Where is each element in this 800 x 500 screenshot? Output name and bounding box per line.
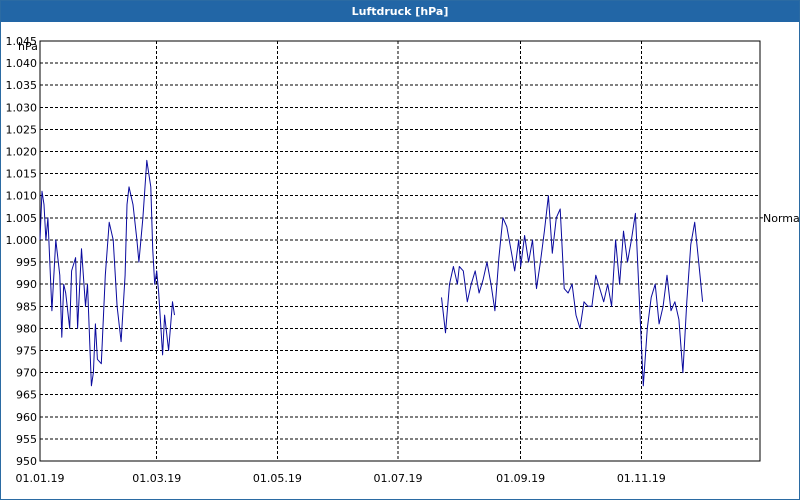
- y-tick-label: 1.025: [6, 123, 38, 136]
- y-tick-label: 955: [16, 433, 37, 446]
- y-tick-label: 950: [16, 455, 37, 468]
- axes: hPa 9509559609659709759809859909951.0001…: [6, 35, 761, 485]
- y-tick-label: 1.035: [6, 79, 38, 92]
- plot-frame: [39, 40, 761, 462]
- y-tick-label: 995: [16, 256, 37, 269]
- y-tick-label: 1.010: [6, 190, 38, 203]
- y-tick-label: 1.030: [6, 101, 38, 114]
- y-tick-label: 1.015: [6, 168, 38, 181]
- reference-line-label: Normal: [763, 212, 800, 225]
- y-tick-label: 1.045: [6, 35, 38, 48]
- y-tick-label: 1.005: [6, 212, 38, 225]
- reference: Normal: [760, 212, 800, 225]
- y-tick-label: 960: [16, 411, 37, 424]
- x-tick-label: 01.11.19: [617, 472, 666, 485]
- x-tick-label: 01.01.19: [16, 472, 65, 485]
- y-tick-label: 1.000: [6, 234, 38, 247]
- chart-canvas: hPa 9509559609659709759809859909951.0001…: [6, 35, 800, 485]
- y-tick-label: 1.020: [6, 146, 38, 159]
- y-tick-label: 975: [16, 344, 37, 357]
- y-tick-label: 970: [16, 367, 37, 380]
- y-tick-label: 980: [16, 322, 37, 335]
- y-tick-label: 965: [16, 389, 37, 402]
- x-tick-label: 01.05.19: [253, 472, 302, 485]
- y-tick-label: 1.040: [6, 57, 38, 70]
- series-line: [39, 159, 175, 387]
- y-tick-label: 990: [16, 278, 37, 291]
- x-tick-label: 01.03.19: [132, 472, 181, 485]
- series-line: [441, 195, 704, 387]
- x-tick-label: 01.09.19: [496, 472, 545, 485]
- y-tick-label: 985: [16, 300, 37, 313]
- grid: [40, 40, 760, 461]
- series: [39, 159, 704, 387]
- x-tick-label: 01.07.19: [374, 472, 423, 485]
